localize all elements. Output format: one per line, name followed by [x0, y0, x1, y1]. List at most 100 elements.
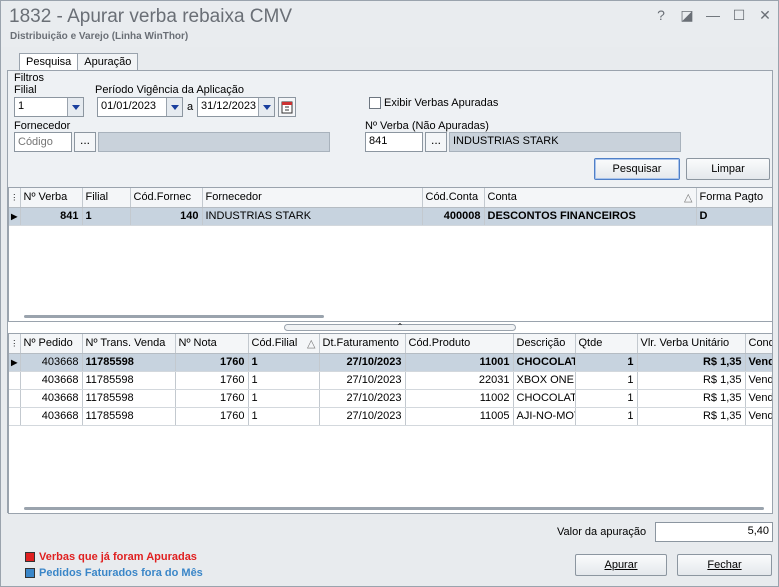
filial-dropdown-button[interactable]: [67, 98, 83, 116]
table-row[interactable]: 403668 11785598 1760 1 27/10/2023 11002 …: [9, 389, 772, 408]
cell[interactable]: 1: [248, 353, 320, 372]
pedidos-header-row: ⋮ Nº Pedido Nº Trans. Venda Nº Nota Cód.…: [9, 334, 772, 354]
date-to-field[interactable]: 31/12/2023: [197, 97, 275, 117]
table-row[interactable]: 403668 11785598 1760 1 27/10/2023 11005 …: [9, 407, 772, 426]
cell[interactable]: INDUSTRIAS STARK: [202, 207, 423, 226]
cell[interactable]: 403668: [20, 353, 83, 372]
limpar-button[interactable]: Limpar: [686, 158, 770, 180]
grid-splitter-handle[interactable]: ⌃: [284, 323, 516, 331]
col-header[interactable]: Nº Verba: [20, 188, 83, 208]
filial-select[interactable]: 1: [14, 97, 84, 117]
cell[interactable]: 27/10/2023: [319, 371, 406, 390]
date-from-dropdown-button[interactable]: [166, 98, 182, 116]
cell[interactable]: 1: [82, 207, 131, 226]
cell[interactable]: 11001: [405, 353, 514, 372]
col-header[interactable]: Cód.Conta: [422, 188, 485, 208]
col-header[interactable]: Fornecedor: [202, 188, 423, 208]
pesquisar-button[interactable]: Pesquisar: [594, 158, 680, 180]
date-to-dropdown-button[interactable]: [258, 98, 274, 116]
table-row[interactable]: ▶ 403668 11785598 1760 1 27/10/2023 1100…: [9, 353, 772, 372]
col-header[interactable]: Condiç: [745, 334, 772, 354]
col-header-label: Conta: [487, 190, 517, 203]
cell[interactable]: 1: [575, 371, 638, 390]
cell[interactable]: 841: [20, 207, 83, 226]
exibir-verbas-checkbox[interactable]: [369, 97, 381, 109]
col-header[interactable]: Filial: [82, 188, 131, 208]
cell[interactable]: D: [696, 207, 772, 226]
tab-apuracao[interactable]: Apuração: [77, 53, 139, 71]
restore-icon[interactable]: ◪: [680, 7, 694, 24]
fornecedor-search-button[interactable]: ...: [74, 132, 96, 152]
cell[interactable]: 1760: [175, 371, 249, 390]
cell[interactable]: 11785598: [82, 407, 176, 426]
cell[interactable]: 11785598: [82, 353, 176, 372]
cell[interactable]: CHOCOLAT: [513, 353, 576, 372]
col-header[interactable]: Forma Pagto: [696, 188, 772, 208]
cell[interactable]: Venda: [745, 389, 772, 408]
calendar-icon[interactable]: [278, 97, 296, 117]
valor-apuracao-label: Valor da apuração: [557, 526, 647, 538]
cell[interactable]: XBOX ONE 5: [513, 371, 576, 390]
col-header[interactable]: Vlr. Verba Unitário: [637, 334, 746, 354]
cell[interactable]: R$ 1,35: [637, 371, 746, 390]
cell[interactable]: 403668: [20, 407, 83, 426]
minimize-icon[interactable]: —: [706, 7, 720, 24]
cell[interactable]: 1760: [175, 389, 249, 408]
col-header[interactable]: Qtde: [575, 334, 638, 354]
col-header[interactable]: Nº Pedido: [20, 334, 83, 354]
cell[interactable]: 22031: [405, 371, 514, 390]
cell[interactable]: 1: [248, 371, 320, 390]
cell[interactable]: 1760: [175, 407, 249, 426]
cell[interactable]: 1: [248, 407, 320, 426]
cell[interactable]: R$ 1,35: [637, 353, 746, 372]
cell[interactable]: 11002: [405, 389, 514, 408]
cell[interactable]: 1: [575, 353, 638, 372]
col-header[interactable]: Descrição: [513, 334, 576, 354]
help-icon[interactable]: ?: [654, 7, 668, 24]
cell[interactable]: 1760: [175, 353, 249, 372]
fornecedor-code-input[interactable]: [14, 132, 72, 152]
cell[interactable]: AJI-NO-MOT: [513, 407, 576, 426]
cell[interactable]: 400008: [422, 207, 485, 226]
cell[interactable]: 1: [575, 389, 638, 408]
filters-group-label: Filtros: [14, 72, 44, 84]
col-header[interactable]: Dt.Faturamento: [319, 334, 406, 354]
cell[interactable]: CHOCOLATE: [513, 389, 576, 408]
maximize-icon[interactable]: ☐: [732, 7, 746, 24]
pedidos-horizontal-scrollbar[interactable]: [24, 507, 764, 510]
cell[interactable]: 27/10/2023: [319, 389, 406, 408]
apurar-button[interactable]: Apurar: [575, 554, 667, 576]
verba-number-input[interactable]: 841: [365, 132, 423, 152]
cell[interactable]: R$ 1,35: [637, 389, 746, 408]
table-row[interactable]: 403668 11785598 1760 1 27/10/2023 22031 …: [9, 371, 772, 390]
cell[interactable]: Venda: [745, 407, 772, 426]
col-header[interactable]: Nº Nota: [175, 334, 249, 354]
col-header[interactable]: Cód.Fornec: [130, 188, 203, 208]
row-indicator-header: ⋮: [9, 188, 21, 208]
cell[interactable]: 27/10/2023: [319, 407, 406, 426]
fechar-button[interactable]: Fechar: [677, 554, 772, 576]
cell[interactable]: Venda: [745, 353, 772, 372]
close-icon[interactable]: ✕: [758, 7, 772, 24]
verba-search-button[interactable]: ...: [425, 132, 447, 152]
cell[interactable]: 403668: [20, 371, 83, 390]
col-header[interactable]: Nº Trans. Venda: [82, 334, 176, 354]
cell[interactable]: 140: [130, 207, 203, 226]
verba-name-field: INDUSTRIAS STARK: [449, 132, 681, 152]
col-header[interactable]: Cód.Filial △: [248, 334, 320, 354]
cell[interactable]: 403668: [20, 389, 83, 408]
col-header[interactable]: Conta △: [484, 188, 697, 208]
cell[interactable]: 27/10/2023: [319, 353, 406, 372]
cell[interactable]: 11785598: [82, 389, 176, 408]
table-row[interactable]: ▶ 841 1 140 INDUSTRIAS STARK 400008 DESC…: [9, 207, 772, 226]
date-from-field[interactable]: 01/01/2023: [97, 97, 183, 117]
cell[interactable]: R$ 1,35: [637, 407, 746, 426]
col-header[interactable]: Cód.Produto: [405, 334, 514, 354]
cell[interactable]: 11785598: [82, 371, 176, 390]
verbas-horizontal-scrollbar[interactable]: [24, 315, 324, 318]
cell[interactable]: Venda: [745, 371, 772, 390]
cell[interactable]: 1: [248, 389, 320, 408]
cell[interactable]: 1: [575, 407, 638, 426]
cell[interactable]: DESCONTOS FINANCEIROS: [484, 207, 697, 226]
cell[interactable]: 11005: [405, 407, 514, 426]
